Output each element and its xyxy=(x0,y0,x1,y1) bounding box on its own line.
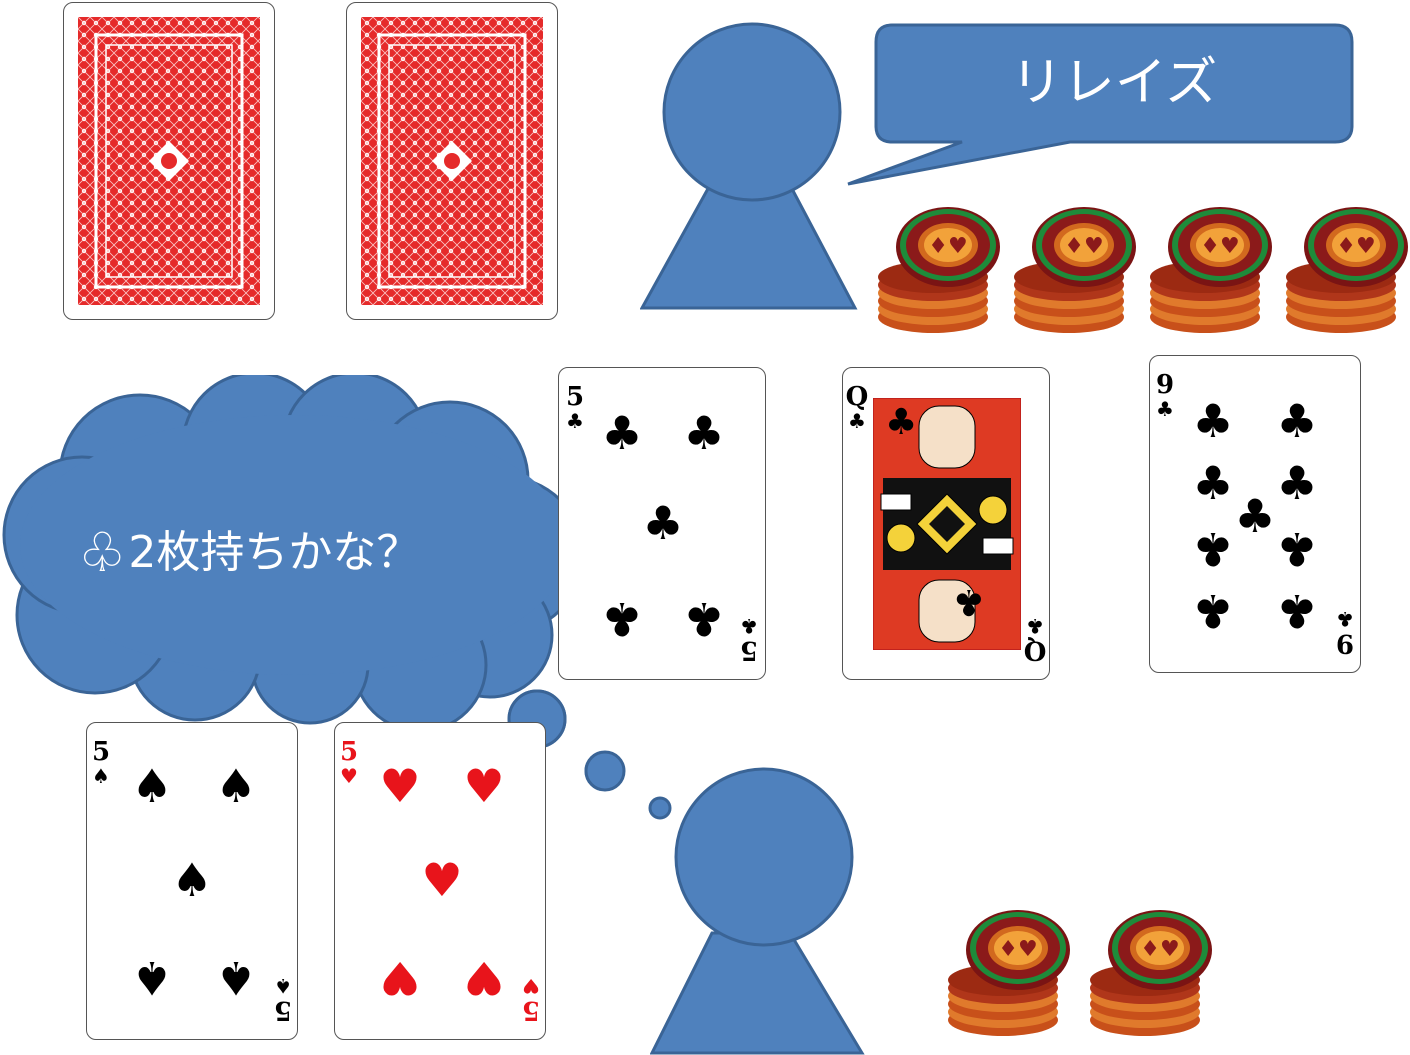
corner-bottom: 5 ♥ xyxy=(521,974,541,1025)
player-chip-stack-2 xyxy=(1090,910,1212,1036)
corner-top: 5 ♥ xyxy=(339,737,359,788)
heart-icon: ♥ xyxy=(421,853,463,907)
opponent-chip-stack-4 xyxy=(1286,207,1408,333)
club-icon: ♣ xyxy=(1192,584,1234,638)
corner-bottom: Q ♣ xyxy=(1023,614,1047,665)
spade-icon: ♠ xyxy=(215,951,257,1005)
heart-icon: ♥ xyxy=(379,951,421,1005)
club-icon: ♣ xyxy=(1276,522,1318,576)
spade-icon: ♠ xyxy=(215,759,257,813)
heart-icon: ♥ xyxy=(379,759,421,813)
opponent-chip-stack-2 xyxy=(1014,207,1136,333)
player-card-2: 5 ♥ 5 ♥ ♥ ♥ ♥ ♥ ♥ xyxy=(334,722,546,1040)
player-chip-stack-1 xyxy=(948,910,1070,1036)
corner-top: 5 ♠ xyxy=(91,737,111,788)
spade-icon: ♠ xyxy=(131,759,173,813)
player-figure xyxy=(650,767,865,1055)
club-icon: ♣ xyxy=(1276,394,1318,448)
corner-top: Q ♣ xyxy=(845,382,869,433)
corner-bottom: 9 ♣ xyxy=(1335,607,1355,658)
opponent-chip-stack-1 xyxy=(878,207,1000,333)
corner-top: 9 ♣ xyxy=(1155,370,1175,421)
opponent-card-back-1 xyxy=(63,2,275,320)
svg-text:♣: ♣ xyxy=(953,581,985,622)
club-icon: ♣ xyxy=(683,406,725,460)
club-icon: ♣ xyxy=(601,406,643,460)
card-back-pattern xyxy=(361,17,543,305)
spade-icon: ♠ xyxy=(171,853,213,907)
board-card-1: 5 ♣ 5 ♣ ♣ ♣ ♣ ♣ ♣ xyxy=(558,367,766,680)
board-card-3: 9 ♣ 9 ♣ ♣ ♣ ♣ ♣ ♣ ♣ ♣ ♣ ♣ xyxy=(1149,355,1361,673)
heart-icon: ♥ xyxy=(463,759,505,813)
club-icon: ♣ xyxy=(1192,522,1234,576)
club-icon: ♣ xyxy=(1276,584,1318,638)
board-card-2: Q ♣ Q ♣ ♣ ♣ xyxy=(842,367,1050,680)
club-icon: ♣ xyxy=(642,496,684,550)
club-icon: ♣ xyxy=(601,592,643,646)
thought-text: 2枚持ちかな？ xyxy=(128,527,421,578)
thought-text-row: ♧ 2枚持ちかな？ xyxy=(78,518,420,588)
svg-text:♣: ♣ xyxy=(885,402,917,443)
opponent-chip-stack-3 xyxy=(1150,207,1272,333)
club-icon: ♣ xyxy=(1276,456,1318,510)
corner-bottom: 5 ♠ xyxy=(273,974,293,1025)
club-icon: ♣ xyxy=(1192,456,1234,510)
opponent-figure xyxy=(640,22,858,310)
spade-icon: ♠ xyxy=(131,951,173,1005)
club-icon: ♣ xyxy=(1192,394,1234,448)
club-icon: ♣ xyxy=(1234,489,1276,543)
speech-text: リレイズ xyxy=(1010,53,1218,113)
corner-top: 5 ♣ xyxy=(565,382,585,433)
card-back-pattern xyxy=(78,17,260,305)
corner-bottom: 5 ♣ xyxy=(739,614,759,665)
queen-face-art: ♣ ♣ xyxy=(873,398,1021,650)
club-outline-icon: ♧ xyxy=(78,521,127,584)
opponent-card-back-2 xyxy=(346,2,558,320)
player-card-1: 5 ♠ 5 ♠ ♠ ♠ ♠ ♠ ♠ xyxy=(86,722,298,1040)
club-icon: ♣ xyxy=(683,592,725,646)
heart-icon: ♥ xyxy=(463,951,505,1005)
